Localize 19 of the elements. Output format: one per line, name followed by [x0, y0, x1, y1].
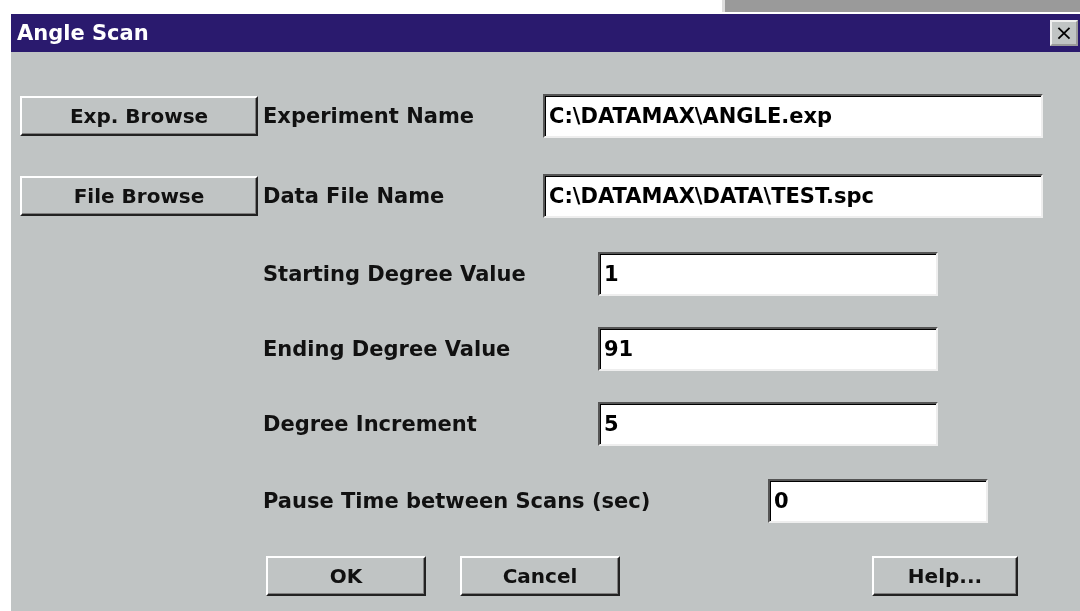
browse-button[interactable]: File Browse: [20, 176, 258, 216]
field-label: Starting Degree Value: [263, 261, 527, 286]
field-label: Degree Increment: [263, 411, 478, 436]
window-title: Angle Scan: [17, 21, 149, 45]
field-label: Experiment Name: [263, 104, 475, 128]
cancel-button[interactable]: Cancel: [460, 556, 620, 596]
help-button[interactable]: Help...: [872, 556, 1018, 596]
input-field[interactable]: 1: [598, 251, 938, 296]
field-label: Data File Name: [263, 184, 446, 208]
input-field[interactable]: C:\DATAMAX\DATA\TEST.spc: [543, 174, 1043, 218]
input-field[interactable]: 91: [598, 326, 938, 371]
input-field[interactable]: 0: [768, 479, 988, 523]
input-field[interactable]: 5: [598, 401, 938, 446]
ok-button[interactable]: OK: [266, 556, 426, 596]
close-button[interactable]: ×: [1050, 20, 1078, 46]
browse-button[interactable]: Exp. Browse: [20, 96, 258, 136]
field-label: Pause Time between Scans (sec): [263, 489, 652, 513]
input-field[interactable]: C:\DATAMAX\ANGLE.exp: [543, 94, 1043, 138]
field-label: Ending Degree Value: [263, 336, 512, 361]
